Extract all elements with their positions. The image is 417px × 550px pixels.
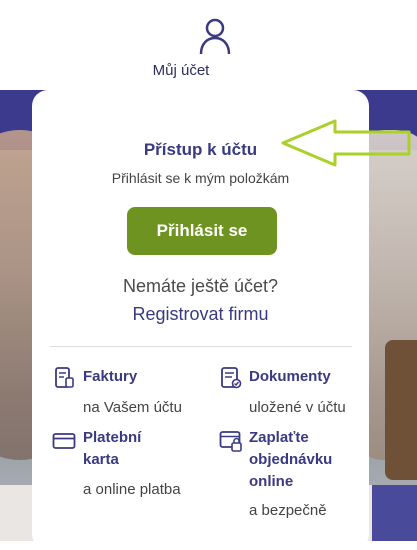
feature-order-title-line3: online: [249, 473, 294, 490]
feature-card-title-line2: karta: [83, 451, 119, 468]
feature-order-title-line1: Zaplaťte: [249, 429, 309, 446]
feature-documents-subtitle: uložené v účtu: [249, 399, 346, 416]
documents-icon: [221, 367, 242, 389]
login-button[interactable]: Přihlásit se: [127, 207, 277, 255]
register-company-link[interactable]: Registrovat firmu: [32, 304, 369, 325]
divider: [50, 346, 352, 347]
feature-card-title-line1: Platební: [83, 429, 142, 446]
feature-invoices-title: Faktury: [83, 368, 138, 385]
secure-order-icon: [219, 431, 242, 452]
user-icon: [199, 18, 231, 55]
feature-order-title-line2: objednávku: [249, 451, 333, 468]
top-bar: Můj účet: [0, 0, 417, 92]
pointer-arrow-icon: [281, 119, 411, 167]
account-label: Můj účet: [152, 62, 210, 79]
no-account-text: Nemáte ještě účet?: [122, 276, 279, 296]
feature-invoices-subtitle: na Vašem účtu: [83, 399, 182, 416]
card-subtitle: Přihlásit se k mým položkám: [111, 170, 290, 186]
payment-card-icon: [52, 433, 76, 449]
feature-documents-title: Dokumenty: [249, 368, 331, 385]
feature-order-subtitle: a bezpečně: [249, 502, 327, 519]
hero-floor-accent: [372, 485, 417, 541]
feature-card-subtitle: a online platba: [83, 481, 181, 498]
invoice-icon: [55, 367, 74, 388]
account-tab[interactable]: Můj účet: [52, 0, 310, 92]
hero-object: [385, 340, 417, 480]
